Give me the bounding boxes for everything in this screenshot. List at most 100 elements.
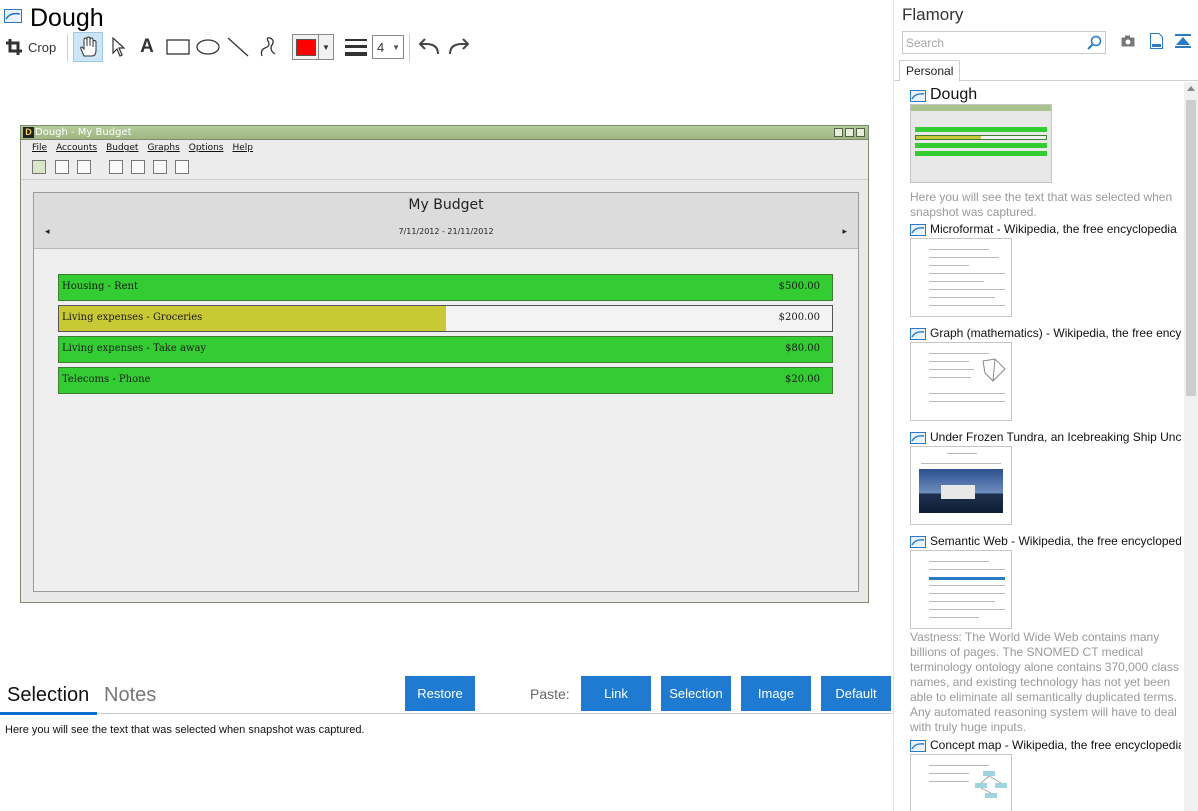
maximize-icon [845, 128, 854, 137]
snapshot-menubar: File Accounts Budget Graphs Options Help [21, 140, 868, 156]
editor-pane: Dough Crop A ▼ 4 ▼ D Dough - My Budget F… [0, 0, 893, 811]
flamory-page-icon [910, 328, 926, 340]
document-title: Dough [30, 4, 104, 32]
rectangle-icon [166, 39, 190, 55]
line-width-icon [345, 39, 367, 56]
line-width-value: 4 [377, 39, 385, 55]
pen-color-picker[interactable]: ▼ [292, 34, 334, 60]
pan-tool-button[interactable] [73, 32, 103, 62]
snapshot-menu-graphs: Graphs [147, 143, 180, 153]
thumb-line [929, 249, 989, 250]
snapshot-image[interactable]: D Dough - My Budget File Accounts Budget… [20, 125, 869, 603]
document-icon[interactable] [1150, 33, 1163, 49]
budget-row-label: Telecoms - Phone [62, 374, 151, 385]
budget-row-label: Living expenses - Take away [62, 343, 207, 354]
feed-thumbnail [910, 342, 1012, 421]
thumb-line [929, 765, 989, 766]
line-tool-button[interactable] [225, 32, 251, 62]
freehand-tool-button[interactable] [255, 32, 281, 62]
dough-app-icon: D [23, 127, 34, 138]
app-name: Flamory [902, 5, 964, 24]
minimize-icon [834, 128, 843, 137]
snapshot-tool-icon [77, 160, 91, 174]
undo-button[interactable] [416, 32, 442, 62]
line-width-select[interactable]: 4 ▼ [372, 35, 404, 59]
paste-image-button[interactable]: Image [741, 676, 811, 711]
feed-item-description: Here you will see the text that was sele… [910, 190, 1173, 219]
scroll-up-icon[interactable] [1187, 86, 1195, 91]
paste-link-button[interactable]: Link [581, 676, 651, 711]
thumb-line [929, 569, 1005, 570]
text-tool-button[interactable]: A [136, 32, 158, 62]
search-input[interactable] [903, 32, 1088, 53]
thumb-line [929, 353, 989, 354]
thumb-graph-figure [982, 358, 1006, 382]
budget-progress-fill [59, 368, 832, 393]
active-tab-indicator [0, 712, 97, 715]
flamory-page-icon [910, 432, 926, 444]
budget-row-label: Living expenses - Groceries [62, 312, 203, 323]
budget-row: Living expenses - Take away $80.00 [58, 336, 833, 363]
rectangle-tool-button[interactable] [164, 32, 192, 62]
paste-default-button[interactable]: Default [821, 676, 891, 711]
selection-text: Here you will see the text that was sele… [5, 724, 365, 736]
flamory-page-icon [4, 9, 22, 23]
thumb-line [929, 377, 971, 378]
undo-icon [418, 38, 439, 55]
thumb-line [929, 781, 969, 782]
tab-selection[interactable]: Selection [7, 684, 89, 707]
snapshot-feed: Dough Here you will see the text that wa… [894, 82, 1181, 811]
search-icon[interactable] [1087, 35, 1102, 50]
snapshot-window-titlebar: D Dough - My Budget [21, 126, 868, 140]
thumb-line [929, 369, 974, 370]
restore-button[interactable]: Restore [405, 676, 475, 711]
thumb-ship [941, 485, 975, 499]
camera-icon[interactable] [1121, 35, 1135, 47]
flamory-page-icon [910, 224, 926, 236]
feed-thumbnail [910, 238, 1012, 317]
thumb-line [929, 265, 969, 266]
thumb-bar [915, 151, 1047, 156]
tab-personal[interactable]: Personal [899, 60, 960, 82]
redo-button[interactable] [446, 32, 472, 62]
budget-row-amount: $80.00 [785, 343, 820, 354]
thumb-line [921, 463, 1001, 464]
crop-icon [6, 39, 22, 55]
scrollbar-thumb[interactable] [1186, 100, 1196, 396]
sidebar-scrollbar[interactable] [1184, 82, 1198, 811]
crop-button[interactable]: Crop [6, 32, 60, 62]
feed-item-title: Semantic Web - Wikipedia, the free encyc… [930, 534, 1181, 548]
thumb-line [929, 601, 995, 602]
thumb-line [929, 361, 969, 362]
ellipse-tool-button[interactable] [194, 32, 222, 62]
toolbar-divider [409, 34, 410, 62]
thumb-line [929, 273, 1005, 274]
budget-row-amount: $20.00 [785, 374, 820, 385]
feed-item-title: Concept map - Wikipedia, the free encycl… [930, 738, 1181, 752]
thumb-line [929, 289, 1005, 290]
budget-header: My Budget ◂ 7/11/2012 - 21/11/2012 ▸ [34, 193, 858, 249]
thumb-line [929, 609, 1005, 610]
snapshot-menu-file: File [32, 143, 48, 153]
paste-selection-button[interactable]: Selection [661, 676, 731, 711]
snapshot-window-title: Dough - My Budget [35, 127, 132, 138]
snapshot-tool-icon [109, 160, 123, 174]
collapse-top-icon[interactable] [1175, 34, 1191, 48]
thumb-ship-photo [919, 469, 1003, 513]
thumb-titlebar [911, 105, 1051, 111]
line-width-button[interactable] [343, 32, 369, 62]
tab-notes[interactable]: Notes [104, 684, 156, 707]
snapshot-tool-icon [153, 160, 167, 174]
thumb-line [929, 257, 999, 258]
paste-label: Paste: [530, 686, 570, 702]
thumb-line [929, 297, 995, 298]
budget-row-amount: $200.00 [778, 312, 820, 323]
thumb-concept-map [975, 771, 1007, 798]
feed-thumbnail [910, 104, 1052, 183]
select-tool-button[interactable] [107, 32, 131, 62]
thumb-line [929, 281, 984, 282]
thumb-line [929, 773, 969, 774]
thumb-line [929, 593, 1005, 594]
thumb-highlight [929, 577, 1005, 580]
hand-icon [80, 36, 97, 57]
